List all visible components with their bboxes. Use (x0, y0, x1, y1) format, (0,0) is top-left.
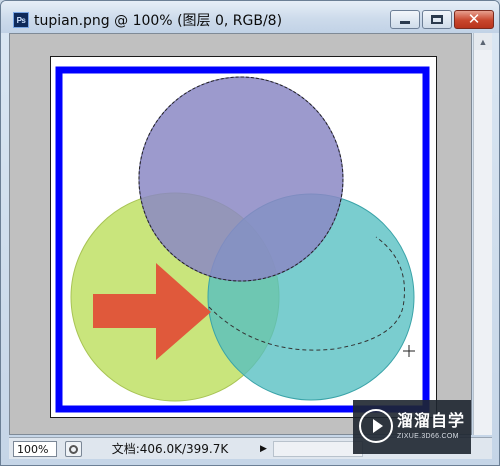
zoom-field[interactable]: 100% (13, 441, 57, 457)
watermark-url: ZIXUE.3D66.COM (397, 433, 459, 440)
watermark-logo: 溜溜自学 ZIXUE.3D66.COM (353, 400, 471, 454)
maximize-icon (431, 15, 443, 24)
purple-circle (138, 76, 344, 282)
minimize-button[interactable] (390, 10, 420, 29)
minimize-icon (400, 21, 410, 24)
document-size-info: 文档:406.0K/399.7K (111, 442, 229, 456)
navigator-icon (69, 444, 78, 454)
navigator-button[interactable] (65, 441, 82, 457)
scroll-up-icon[interactable]: ▲ (474, 33, 492, 50)
window-title: tupian.png @ 100% (图层 0, RGB/8) (34, 13, 283, 29)
close-icon: ✕ (467, 10, 481, 28)
title-bar[interactable]: Ps tupian.png @ 100% (图层 0, RGB/8) ✕ (1, 1, 499, 33)
maximize-button[interactable] (422, 10, 452, 29)
document-window: Ps tupian.png @ 100% (图层 0, RGB/8) ✕ ▲ 1… (0, 0, 500, 466)
photoshop-icon: Ps (13, 12, 29, 28)
play-logo-icon (359, 409, 393, 443)
vertical-scrollbar[interactable]: ▲ (473, 33, 492, 435)
status-menu-button[interactable]: ▶ (256, 441, 271, 457)
close-button[interactable]: ✕ (454, 10, 494, 29)
canvas-area[interactable] (9, 33, 472, 435)
canvas-artwork (55, 66, 430, 413)
watermark-title: 溜溜自学 (397, 411, 466, 430)
horizontal-scrollbar[interactable] (273, 441, 363, 457)
crosshair-icon (403, 345, 415, 357)
document-canvas[interactable] (50, 56, 437, 418)
